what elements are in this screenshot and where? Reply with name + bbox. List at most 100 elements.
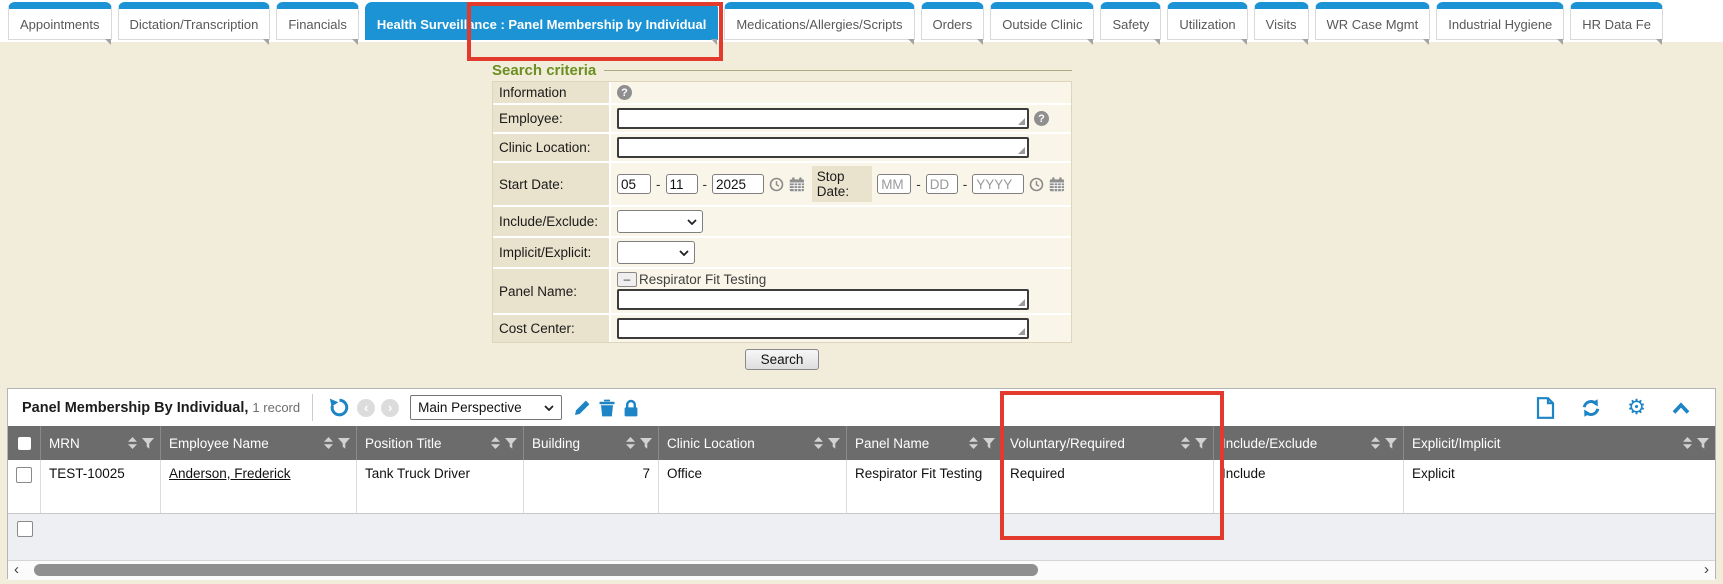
- scroll-right-icon[interactable]: ›: [1704, 561, 1709, 579]
- filter-icon[interactable]: [1195, 438, 1207, 449]
- tab-medications-allergies-scripts[interactable]: Medications/Allergies/Scripts: [724, 2, 914, 40]
- column-header-icons: [969, 437, 995, 449]
- start-date-day-input[interactable]: [666, 174, 698, 194]
- column-header-include-exclude[interactable]: Include/Exclude: [1214, 426, 1404, 460]
- gear-icon[interactable]: ⚙: [1627, 397, 1646, 418]
- tab-fold-icon: [1154, 39, 1160, 45]
- implicit-explicit-row: Implicit/Explicit:: [493, 238, 1071, 269]
- lock-icon[interactable]: [623, 399, 639, 417]
- date-row: Start Date: - - Stop Date:: [493, 163, 1071, 207]
- sort-icon[interactable]: [626, 437, 635, 449]
- column-header-icons: [1181, 437, 1207, 449]
- perspective-select[interactable]: Main Perspective: [410, 395, 562, 420]
- filter-icon[interactable]: [983, 438, 995, 449]
- tab-orders[interactable]: Orders: [921, 2, 985, 40]
- calendar-icon[interactable]: [789, 175, 805, 194]
- implicit-explicit-select[interactable]: [617, 241, 695, 264]
- perspective-value: Main Perspective: [418, 400, 522, 415]
- column-header-panel-name[interactable]: Panel Name: [847, 426, 1002, 460]
- filter-icon[interactable]: [1697, 438, 1709, 449]
- clock-icon[interactable]: [1029, 175, 1044, 194]
- tab-hr-data-fe[interactable]: HR Data Fe: [1570, 2, 1663, 40]
- grid-header-row: MRNEmployee NamePosition Title Building Cl…: [8, 426, 1715, 460]
- tab-outside-clinic[interactable]: Outside Clinic: [990, 2, 1094, 40]
- tab-industrial-hygiene[interactable]: Industrial Hygiene: [1436, 2, 1564, 40]
- column-header-icons: [814, 437, 840, 449]
- stop-date-year-input[interactable]: [972, 174, 1024, 194]
- stop-date-day-input[interactable]: [926, 174, 958, 194]
- column-header-voluntary-required[interactable]: Voluntary/Required: [1002, 426, 1214, 460]
- tab-appointments[interactable]: Appointments: [8, 2, 112, 40]
- cell-voluntary-required: Required: [1002, 460, 1214, 513]
- column-header-employee-name[interactable]: Employee Name: [161, 426, 357, 460]
- stop-date-month-input[interactable]: [877, 174, 911, 194]
- tab-financials[interactable]: Financials: [276, 2, 359, 40]
- clinic-location-input[interactable]: [617, 137, 1029, 158]
- include-exclude-label: Include/Exclude:: [493, 207, 611, 236]
- collapse-icon[interactable]: [1671, 401, 1691, 415]
- help-icon[interactable]: ?: [617, 85, 632, 100]
- include-exclude-select[interactable]: [617, 210, 703, 233]
- sort-icon[interactable]: [969, 437, 978, 449]
- start-date-year-input[interactable]: [712, 174, 764, 194]
- tab-wr-case-mgmt[interactable]: WR Case Mgmt: [1315, 2, 1431, 40]
- column-label: Explicit/Implicit: [1412, 436, 1679, 451]
- panel-name-input[interactable]: [617, 289, 1029, 310]
- select-all-checkbox[interactable]: [18, 437, 31, 450]
- scroll-left-icon[interactable]: ‹: [14, 561, 19, 579]
- column-header-explicit-implicit[interactable]: Explicit/Implicit: [1404, 426, 1715, 460]
- cell-include-exclude: Include: [1214, 460, 1404, 513]
- sort-icon[interactable]: [491, 437, 500, 449]
- next-page-icon[interactable]: ›: [381, 399, 399, 417]
- search-button[interactable]: Search: [745, 349, 820, 370]
- filter-icon[interactable]: [640, 438, 652, 449]
- column-header-position-title[interactable]: Position Title: [357, 426, 524, 460]
- reset-icon[interactable]: [329, 397, 350, 418]
- tab-health-surveillance-panel-membership-by-individual[interactable]: Health Surveillance : Panel Membership b…: [365, 2, 718, 40]
- cost-center-input[interactable]: [617, 318, 1029, 339]
- edit-perspective-icon[interactable]: [574, 399, 591, 416]
- column-header-clinic-location[interactable]: Clinic Location: [659, 426, 847, 460]
- delete-perspective-icon[interactable]: [599, 399, 615, 417]
- column-label: Building: [532, 436, 622, 451]
- start-date-month-input[interactable]: [617, 174, 651, 194]
- column-label: Panel Name: [855, 436, 965, 451]
- refresh-icon[interactable]: [1580, 398, 1602, 418]
- remove-panel-button[interactable]: –: [617, 272, 637, 287]
- tab-dictation-transcription[interactable]: Dictation/Transcription: [118, 2, 271, 40]
- toolbar-divider: [312, 394, 313, 421]
- filter-icon[interactable]: [505, 438, 517, 449]
- filter-icon[interactable]: [142, 438, 154, 449]
- employee-input[interactable]: [617, 108, 1029, 129]
- filter-icon[interactable]: [338, 438, 350, 449]
- sort-icon[interactable]: [324, 437, 333, 449]
- help-icon[interactable]: ?: [1034, 111, 1049, 126]
- clock-icon[interactable]: [769, 175, 784, 194]
- filter-icon[interactable]: [1385, 438, 1397, 449]
- filter-icon[interactable]: [828, 438, 840, 449]
- calendar-icon[interactable]: [1049, 175, 1065, 194]
- sort-icon[interactable]: [814, 437, 823, 449]
- row-checkbox[interactable]: [17, 521, 33, 537]
- scrollbar-thumb[interactable]: [34, 564, 1038, 576]
- horizontal-scrollbar[interactable]: ‹ ›: [8, 561, 1715, 580]
- tab-label: Appointments: [20, 17, 100, 32]
- search-criteria-form: Information ? Employee: ? Clinic Locatio…: [492, 81, 1072, 343]
- tab-safety[interactable]: Safety: [1100, 2, 1161, 40]
- stop-date-label: Stop Date:: [812, 166, 872, 202]
- row-checkbox[interactable]: [16, 467, 32, 483]
- tab-fold-icon: [1241, 39, 1247, 45]
- column-header-mrn[interactable]: MRN: [41, 426, 161, 460]
- new-record-icon[interactable]: [1536, 397, 1555, 419]
- tab-visits[interactable]: Visits: [1254, 2, 1309, 40]
- sort-icon[interactable]: [1181, 437, 1190, 449]
- tab-utilization[interactable]: Utilization: [1167, 2, 1247, 40]
- sort-icon[interactable]: [1371, 437, 1380, 449]
- sort-icon[interactable]: [1683, 437, 1692, 449]
- column-header-building[interactable]: Building: [524, 426, 659, 460]
- employee-name-link[interactable]: Anderson, Frederick: [169, 466, 291, 481]
- panel-name-label: Panel Name:: [493, 269, 611, 313]
- column-header-icons: [324, 437, 350, 449]
- sort-icon[interactable]: [128, 437, 137, 449]
- prev-page-icon[interactable]: ‹: [357, 399, 375, 417]
